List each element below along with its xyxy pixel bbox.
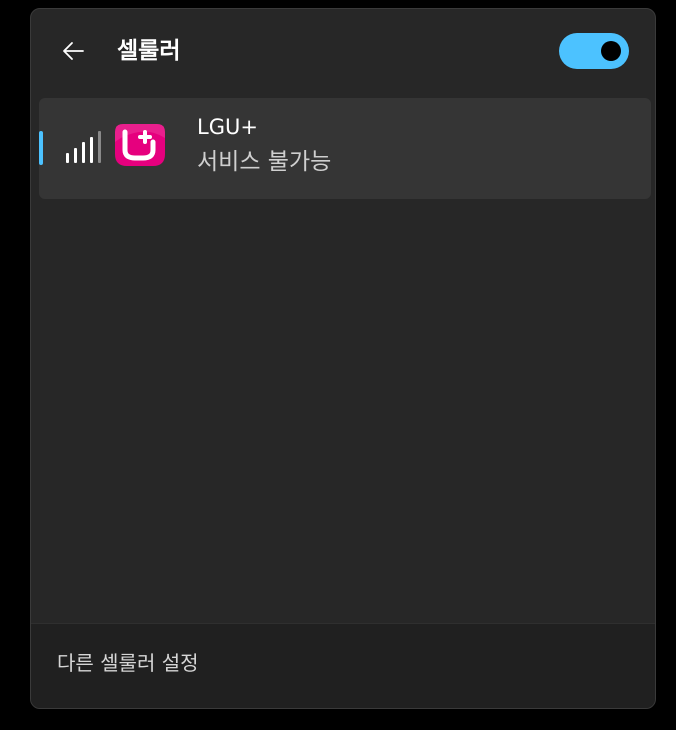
network-item-lgu[interactable]: LGU+ 서비스 불가능 [39, 98, 651, 199]
page-title: 셀룰러 [117, 38, 181, 64]
more-cellular-settings-link[interactable]: 다른 셀룰러 설정 [57, 648, 199, 678]
back-button[interactable] [55, 33, 91, 69]
cellular-flyout: 셀룰러 LGU+ 서비스 불가능 다른 셀룰러 설정 [30, 8, 656, 709]
flyout-header: 셀룰러 [31, 9, 655, 95]
toggle-knob [601, 41, 621, 61]
signal-bars-icon [66, 131, 101, 163]
flyout-footer: 다른 셀룰러 설정 [31, 623, 655, 708]
lgu-plus-logo [115, 124, 165, 166]
arrow-left-icon [63, 42, 84, 60]
carrier-status: 서비스 불가능 [197, 149, 332, 175]
carrier-name: LGU+ [197, 115, 258, 139]
selected-indicator [39, 131, 43, 165]
cellular-toggle[interactable] [559, 33, 629, 69]
